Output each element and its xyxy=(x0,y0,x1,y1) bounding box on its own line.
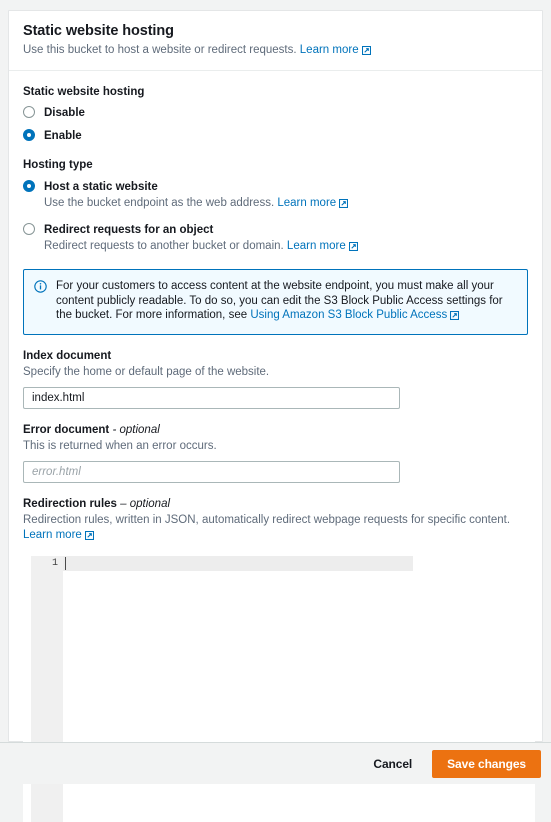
redirect-requests-learn-more-link[interactable]: Learn more xyxy=(287,240,346,252)
radio-redirect-requests-label: Redirect requests for an object xyxy=(44,224,214,236)
header-learn-more-link[interactable]: Learn more xyxy=(300,44,359,56)
alert-text: For your customers to access content at … xyxy=(56,279,516,325)
error-document-hint: This is returned when an error occurs. xyxy=(23,439,217,452)
radio-host-static-website-label: Host a static website xyxy=(44,181,158,193)
error-document-title-text: Error document xyxy=(23,423,110,436)
radio-enable-mark[interactable] xyxy=(23,129,35,141)
radio-redirect-requests-desc-text: Redirect requests to another bucket or d… xyxy=(44,240,284,252)
error-document-block: Error document - optional This is return… xyxy=(23,423,528,483)
redirection-rules-optional-tag: – optional xyxy=(120,497,171,510)
external-link-icon xyxy=(348,241,358,256)
radio-option-disable[interactable]: Disable xyxy=(23,105,528,121)
block-public-access-link[interactable]: Using Amazon S3 Block Public Access xyxy=(250,309,447,321)
error-document-optional-tag: - optional xyxy=(112,423,160,436)
error-document-title: Error document - optional xyxy=(23,423,528,438)
page-title: Static website hosting xyxy=(23,23,174,39)
static-website-hosting-card: Static website hosting Use this bucket t… xyxy=(8,10,543,822)
external-link-icon xyxy=(339,198,349,213)
hosting-toggle-label: Static website hosting xyxy=(23,86,145,98)
radio-option-enable[interactable]: Enable xyxy=(23,128,528,144)
radio-host-static-website-mark[interactable] xyxy=(23,180,35,192)
error-document-input[interactable] xyxy=(23,460,400,483)
hosting-toggle-group: Static website hosting Disable Enable xyxy=(23,85,528,144)
host-static-website-learn-more-link[interactable]: Learn more xyxy=(277,197,336,209)
save-changes-button[interactable]: Save changes xyxy=(432,749,541,778)
redirection-rules-title-text: Redirection rules xyxy=(23,497,117,510)
radio-host-static-website-desc-text: Use the bucket endpoint as the web addre… xyxy=(44,197,275,209)
radio-option-host-static-website[interactable]: Host a static website Use the bucket end… xyxy=(23,179,528,213)
radio-disable-label: Disable xyxy=(44,107,85,119)
radio-redirect-requests-desc: Redirect requests to another bucket or d… xyxy=(44,239,358,256)
index-document-title: Index document xyxy=(23,349,112,362)
hosting-type-label: Hosting type xyxy=(23,159,93,171)
radio-option-redirect-requests[interactable]: Redirect requests for an object Redirect… xyxy=(23,222,528,256)
card-subtitle-text: Use this bucket to host a website or red… xyxy=(23,44,297,56)
external-link-icon xyxy=(361,45,371,60)
index-document-block: Index document Specify the home or defau… xyxy=(23,349,528,409)
radio-redirect-requests-mark[interactable] xyxy=(23,223,35,235)
radio-disable-mark[interactable] xyxy=(23,106,35,118)
external-link-icon xyxy=(84,530,94,545)
hosting-type-group: Hosting type Host a static website Use t… xyxy=(23,158,528,256)
card-header: Static website hosting Use this bucket t… xyxy=(9,11,542,71)
redirection-rules-learn-more-link[interactable]: Learn more xyxy=(23,529,82,541)
form-actions-footer: Cancel Save changes xyxy=(0,742,551,784)
public-access-info-alert: For your customers to access content at … xyxy=(23,269,528,335)
index-document-hint: Specify the home or default page of the … xyxy=(23,365,270,378)
index-document-input[interactable] xyxy=(23,386,400,409)
radio-host-static-website-desc: Use the bucket endpoint as the web addre… xyxy=(44,196,349,213)
redirection-rules-hint-text: Redirection rules, written in JSON, auto… xyxy=(23,513,511,526)
cancel-button[interactable]: Cancel xyxy=(361,751,424,777)
card-body: Static website hosting Disable Enable Ho… xyxy=(9,71,542,822)
external-link-icon xyxy=(450,310,460,325)
redirection-rules-hint: Redirection rules, written in JSON, auto… xyxy=(23,513,528,545)
card-subtitle: Use this bucket to host a website or red… xyxy=(23,43,528,60)
editor-line-number: 1 xyxy=(51,557,58,569)
radio-enable-label: Enable xyxy=(44,130,82,142)
info-icon xyxy=(34,280,47,296)
redirection-rules-title: Redirection rules – optional xyxy=(23,497,528,512)
